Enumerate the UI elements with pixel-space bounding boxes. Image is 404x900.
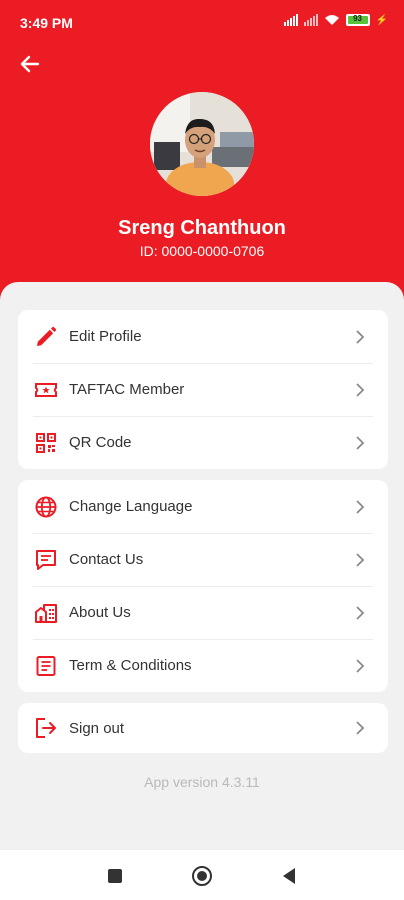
menu-item-contact-us[interactable]: Contact Us [18,533,388,586]
home-icon[interactable] [191,865,213,887]
system-nav-bar [0,850,404,900]
chevron-right-icon [356,606,365,620]
chevron-right-icon [356,721,365,735]
status-bar: 3:49 PM 93 ⚡ [0,0,404,44]
chevron-right-icon [356,383,365,397]
battery-level: 93 [353,14,362,23]
menu-item-edit-profile[interactable]: Edit Profile [18,310,388,363]
qr-code-icon [36,433,56,453]
document-icon [36,656,56,676]
sign-out-card: Sign out [18,703,388,753]
menu-item-label: About Us [69,604,131,621]
menu-item-taftac-member[interactable]: TAFTAC Member [18,363,388,416]
globe-icon [35,496,57,518]
chevron-right-icon [356,436,365,450]
menu-item-label: QR Code [69,434,132,451]
ticket-icon [35,383,57,397]
profile-header: 3:49 PM 93 ⚡ Sreng Chanthuon ID: 0000-00… [0,0,404,300]
chevron-right-icon [356,659,365,673]
wifi-icon [324,15,339,25]
profile-id: ID: 0000-0000-0706 [139,243,265,259]
menu-item-label: Edit Profile [69,328,142,345]
menu-item-sign-out[interactable]: Sign out [18,703,388,753]
chevron-right-icon [356,330,365,344]
account-menu-card: Edit Profile TAFTAC Member QR Code [18,310,388,469]
menu-item-qr-code[interactable]: QR Code [18,416,388,469]
menu-item-label: Term & Conditions [69,657,192,674]
profile-name: Sreng Chanthuon [118,217,286,239]
menu-item-label: Change Language [69,498,193,515]
info-menu-card: Change Language Contact Us About Us Term… [18,480,388,692]
menu-item-terms-conditions[interactable]: Term & Conditions [18,639,388,692]
recent-apps-icon[interactable] [104,865,126,887]
status-icons: 93 ⚡ [283,14,388,26]
signal-icon [283,14,298,26]
menu-item-label: Contact Us [69,551,144,568]
menu-item-about-us[interactable]: About Us [18,586,388,639]
menu-item-change-language[interactable]: Change Language [18,480,388,533]
avatar[interactable] [150,92,254,196]
menu-item-label: Sign out [69,720,125,737]
menu-item-label: TAFTAC Member [69,381,185,398]
app-version: App version 4.3.11 [144,774,260,790]
pencil-icon [37,326,57,346]
charging-icon: ⚡ [375,14,388,26]
building-icon [35,604,57,623]
chevron-right-icon [356,553,365,567]
back-nav-icon[interactable] [278,865,300,887]
signal-icon-secondary [303,14,318,26]
sign-out-icon [36,718,56,738]
chevron-right-icon [356,500,365,514]
back-arrow-icon[interactable] [18,52,42,76]
chat-icon [36,550,56,570]
status-time: 3:49 PM [20,15,73,31]
battery-icon: 93 [345,14,370,26]
